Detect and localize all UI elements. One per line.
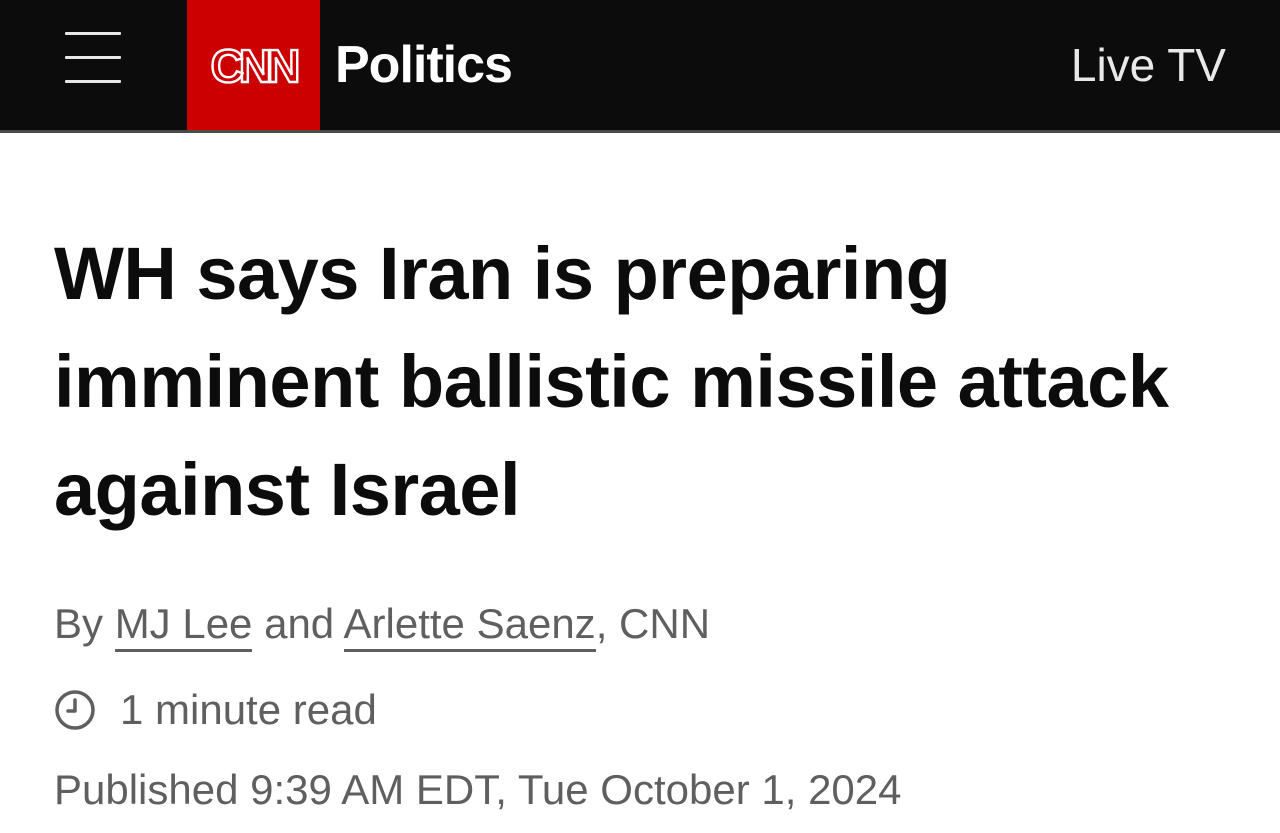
hamburger-menu-icon-bottom-bar bbox=[65, 80, 121, 83]
byline-conjunction: and bbox=[264, 600, 335, 647]
cnn-logo-text: CNN bbox=[211, 40, 298, 90]
hamburger-menu-icon bbox=[65, 32, 121, 35]
author-link-arlette-saenz[interactable]: Arlette Saenz bbox=[343, 600, 596, 652]
article-byline: By MJ Lee and Arlette Saenz, CNN bbox=[54, 596, 710, 652]
byline-prefix: By bbox=[54, 600, 104, 647]
section-title[interactable]: Politics bbox=[335, 30, 513, 100]
hamburger-menu-button[interactable] bbox=[62, 30, 124, 86]
read-time: 1 minute read bbox=[54, 682, 377, 738]
author-link-mj-lee[interactable]: MJ Lee bbox=[114, 600, 253, 652]
hamburger-menu-icon-middle-bar bbox=[65, 56, 121, 59]
article-headline: WH says Iran is preparing imminent balli… bbox=[54, 232, 1169, 531]
byline-source: , CNN bbox=[595, 600, 711, 647]
live-tv-link[interactable]: Live TV bbox=[1071, 34, 1226, 96]
top-nav-bar: CNN Politics Live TV bbox=[0, 0, 1280, 130]
cnn-logo-mark: CNN bbox=[209, 40, 304, 90]
header-divider bbox=[0, 130, 1280, 133]
clock-icon bbox=[55, 690, 95, 730]
read-time-text: 1 minute read bbox=[120, 686, 377, 733]
cnn-logo[interactable]: CNN bbox=[187, 0, 320, 130]
published-timestamp: Published 9:39 AM EDT, Tue October 1, 20… bbox=[54, 766, 902, 813]
